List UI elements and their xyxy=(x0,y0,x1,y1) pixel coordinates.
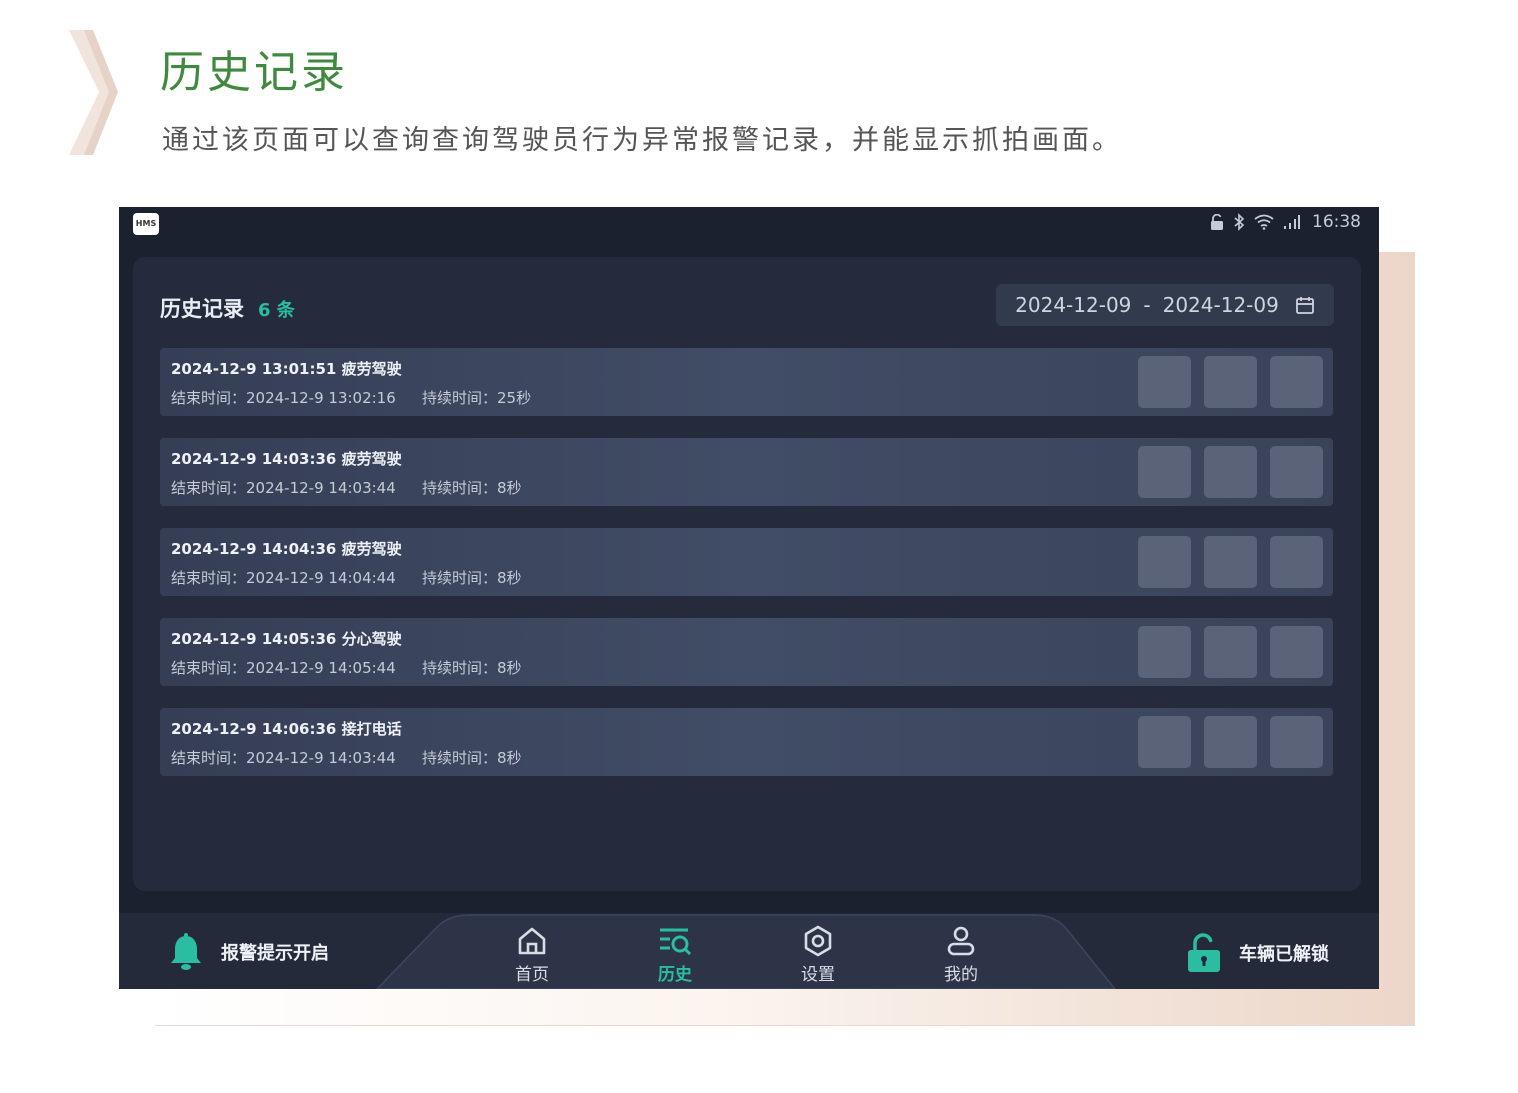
snapshot-thumbnail[interactable] xyxy=(1204,626,1257,678)
snapshot-thumbnails xyxy=(1138,626,1323,678)
nav-settings[interactable]: 设置 xyxy=(778,925,858,985)
chevron-decoration xyxy=(69,30,118,155)
snapshot-thumbnail[interactable] xyxy=(1138,356,1191,408)
record-type: 疲劳驾驶 xyxy=(341,360,402,378)
record-duration: 持续时间：8秒 xyxy=(422,659,522,677)
record-end-time: 结束时间：2024-12-9 14:05:44 xyxy=(171,659,396,677)
snapshot-thumbnail[interactable] xyxy=(1270,446,1323,498)
snapshot-thumbnail[interactable] xyxy=(1204,356,1257,408)
record-type: 疲劳驾驶 xyxy=(341,540,402,558)
wifi-icon xyxy=(1254,214,1274,230)
record-start-time: 2024-12-9 14:04:36 xyxy=(171,540,337,558)
record-duration: 持续时间：8秒 xyxy=(422,569,522,587)
record-title: 2024-12-9 14:04:36 疲劳驾驶 xyxy=(171,538,402,559)
record-title: 2024-12-9 14:06:36 接打电话 xyxy=(171,718,402,739)
record-type: 接打电话 xyxy=(341,720,402,738)
snapshot-thumbnail[interactable] xyxy=(1138,446,1191,498)
status-icons: 16:38 xyxy=(1210,212,1361,232)
record-end-time: 结束时间：2024-12-9 14:04:44 xyxy=(171,569,396,587)
record-end-time: 结束时间：2024-12-9 13:02:16 xyxy=(171,389,396,407)
record-title: 2024-12-9 13:01:51 疲劳驾驶 xyxy=(171,358,402,379)
nav-settings-label: 设置 xyxy=(801,965,835,985)
snapshot-thumbnail[interactable] xyxy=(1270,716,1323,768)
snapshot-thumbnail[interactable] xyxy=(1138,536,1191,588)
nav-home[interactable]: 首页 xyxy=(492,925,572,985)
unlock-icon xyxy=(1188,933,1220,972)
record-list: 2024-12-9 13:01:51 疲劳驾驶 结束时间：2024-12-9 1… xyxy=(160,348,1333,798)
record-title: 2024-12-9 14:05:36 分心驾驶 xyxy=(171,628,402,649)
alarm-label: 报警提示开启 xyxy=(221,943,329,964)
history-panel: 历史记录 6 条 2024-12-09 - 2024-12-09 2024-12… xyxy=(133,257,1361,891)
panel-title: 历史记录 xyxy=(160,297,244,321)
record-start-time: 2024-12-9 13:01:51 xyxy=(171,360,337,378)
record-type: 分心驾驶 xyxy=(341,630,402,648)
bluetooth-icon xyxy=(1233,213,1245,231)
snapshot-thumbnail[interactable] xyxy=(1138,626,1191,678)
record-row[interactable]: 2024-12-9 14:06:36 接打电话 结束时间：2024-12-9 1… xyxy=(160,708,1333,776)
record-start-time: 2024-12-9 14:05:36 xyxy=(171,630,337,648)
snapshot-thumbnails xyxy=(1138,446,1323,498)
record-duration: 持续时间：8秒 xyxy=(422,479,522,497)
record-title: 2024-12-9 14:03:36 疲劳驾驶 xyxy=(171,448,402,469)
page-description: 通过该页面可以查询查询驾驶员行为异常报警记录，并能显示抓拍画面。 xyxy=(162,125,1122,156)
record-row[interactable]: 2024-12-9 14:04:36 疲劳驾驶 结束时间：2024-12-9 1… xyxy=(160,528,1333,596)
snapshot-thumbnails xyxy=(1138,716,1323,768)
vehicle-lock-status[interactable]: 车辆已解锁 xyxy=(1187,933,1329,973)
nav-history-label: 历史 xyxy=(658,965,692,985)
signal-icon xyxy=(1283,215,1301,229)
status-time: 16:38 xyxy=(1312,212,1361,232)
snapshot-thumbnails xyxy=(1138,356,1323,408)
snapshot-thumbnail[interactable] xyxy=(1204,446,1257,498)
nav-profile[interactable]: 我的 xyxy=(921,925,1001,985)
date-separator: - xyxy=(1143,293,1151,317)
nav-home-label: 首页 xyxy=(515,965,549,985)
home-icon xyxy=(518,927,546,955)
device-screen: HMS 16:38 历史记录 6 条 2024-12-09 - 2024-12-… xyxy=(119,207,1379,989)
settings-icon xyxy=(804,925,832,957)
record-duration: 持续时间：25秒 xyxy=(422,389,532,407)
history-icon xyxy=(660,928,692,956)
bell-icon xyxy=(171,933,201,970)
snapshot-thumbnails xyxy=(1138,536,1323,588)
record-start-time: 2024-12-9 14:06:36 xyxy=(171,720,337,738)
bottom-nav-bar: 报警提示开启 首页 历史 设置 我的 车辆已解锁 xyxy=(119,913,1379,989)
snapshot-thumbnail[interactable] xyxy=(1204,716,1257,768)
lock-status-label: 车辆已解锁 xyxy=(1239,944,1329,965)
record-row[interactable]: 2024-12-9 14:03:36 疲劳驾驶 结束时间：2024-12-9 1… xyxy=(160,438,1333,506)
page-title: 历史记录 xyxy=(160,47,348,98)
status-bar: HMS 16:38 xyxy=(119,207,1379,241)
app-logo: HMS xyxy=(133,213,159,235)
snapshot-thumbnail[interactable] xyxy=(1270,536,1323,588)
date-end: 2024-12-09 xyxy=(1162,293,1279,317)
record-duration: 持续时间：8秒 xyxy=(422,749,522,767)
record-row[interactable]: 2024-12-9 13:01:51 疲劳驾驶 结束时间：2024-12-9 1… xyxy=(160,348,1333,416)
record-end-time: 结束时间：2024-12-9 14:03:44 xyxy=(171,479,396,497)
record-row[interactable]: 2024-12-9 14:05:36 分心驾驶 结束时间：2024-12-9 1… xyxy=(160,618,1333,686)
nav-history[interactable]: 历史 xyxy=(635,925,715,985)
date-start: 2024-12-09 xyxy=(1015,293,1132,317)
alarm-toggle[interactable]: 报警提示开启 xyxy=(169,933,329,971)
record-end-time: 结束时间：2024-12-9 14:03:44 xyxy=(171,749,396,767)
snapshot-thumbnail[interactable] xyxy=(1270,626,1323,678)
nav-profile-label: 我的 xyxy=(944,965,978,985)
snapshot-thumbnail[interactable] xyxy=(1270,356,1323,408)
unlock-status-icon xyxy=(1210,213,1224,231)
snapshot-thumbnail[interactable] xyxy=(1138,716,1191,768)
snapshot-thumbnail[interactable] xyxy=(1204,536,1257,588)
date-range-picker[interactable]: 2024-12-09 - 2024-12-09 xyxy=(996,284,1334,326)
record-count: 6 条 xyxy=(258,300,295,321)
record-type: 疲劳驾驶 xyxy=(341,450,402,468)
user-icon xyxy=(947,926,975,956)
calendar-icon xyxy=(1295,297,1314,314)
record-start-time: 2024-12-9 14:03:36 xyxy=(171,450,337,468)
